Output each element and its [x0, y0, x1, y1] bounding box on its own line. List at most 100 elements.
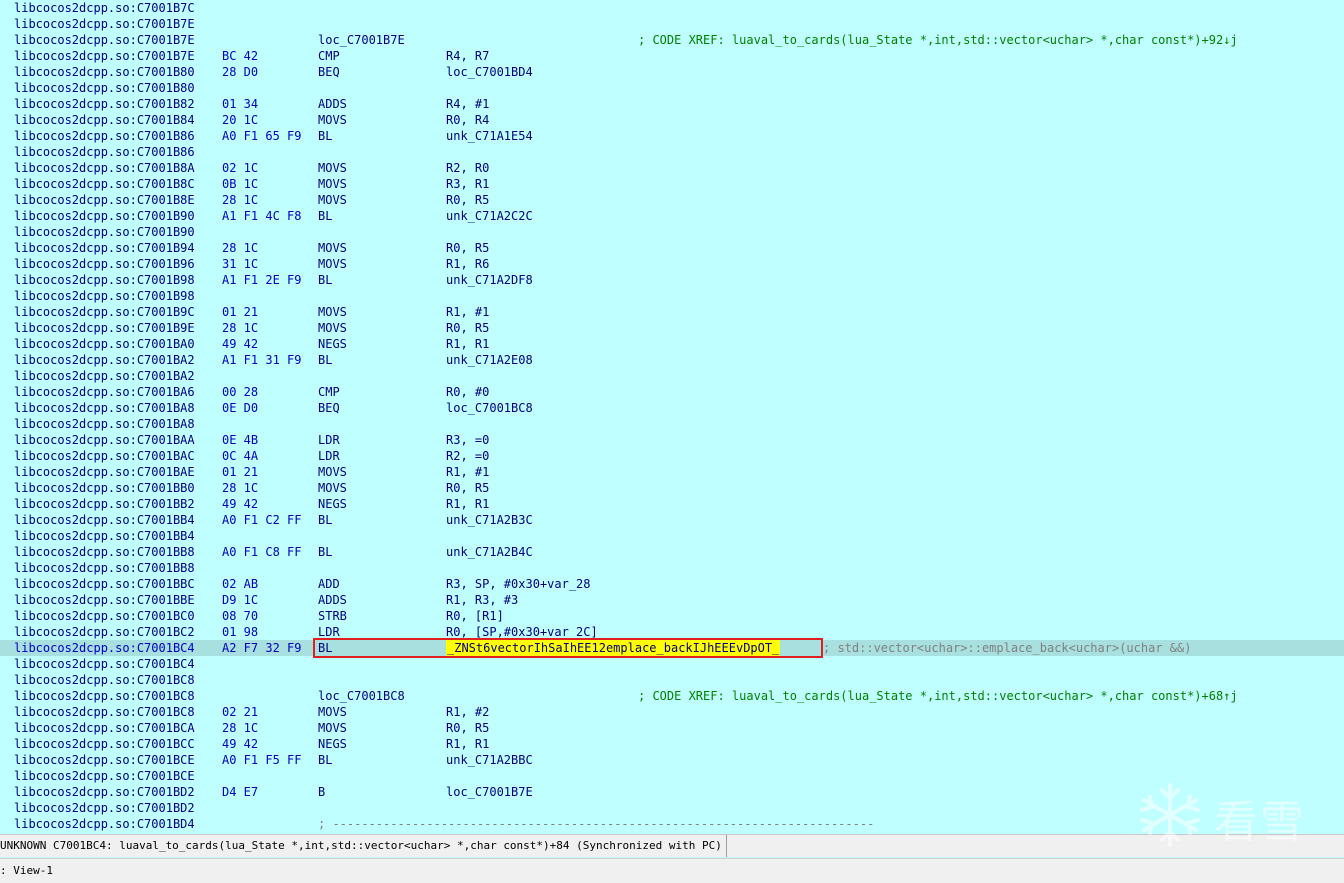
listing-line[interactable]: libcocos2dcpp.so:C7001B7C	[0, 0, 1344, 16]
listing-line[interactable]: libcocos2dcpp.so:C7001B98 A1 F1 2E F9 BL un…	[0, 272, 1344, 288]
operands: R1, R1	[446, 337, 490, 351]
listing-line[interactable]: libcocos2dcpp.so:C7001BC8 loc_C7001BC8 ; C…	[0, 688, 1344, 704]
opcode-bytes: A1 F1 31 F9	[222, 353, 302, 367]
listing-line[interactable]: libcocos2dcpp.so:C7001BC2 01 98 LDR R0, [SP…	[0, 624, 1344, 640]
mnemonic: BL	[318, 129, 333, 143]
listing-line[interactable]: libcocos2dcpp.so:C7001BA8 0E D0 BEQ loc_C70…	[0, 400, 1344, 416]
listing-line[interactable]: libcocos2dcpp.so:C7001B80 28 D0 BEQ loc_C70…	[0, 64, 1344, 80]
address-label: libcocos2dcpp.so:C7001BC8	[14, 705, 195, 719]
address-label: libcocos2dcpp.so:C7001B80	[14, 81, 195, 95]
opcode-bytes: A0 F1 65 F9	[222, 129, 302, 143]
address-label: libcocos2dcpp.so:C7001BB4	[14, 513, 195, 527]
listing-line[interactable]: libcocos2dcpp.so:C7001B98	[0, 288, 1344, 304]
listing-line[interactable]: libcocos2dcpp.so:C7001BBC 02 AB ADD R3, SP,…	[0, 576, 1344, 592]
listing-line[interactable]: libcocos2dcpp.so:C7001B96 31 1C MOVS R1, R6	[0, 256, 1344, 272]
listing-line[interactable]: libcocos2dcpp.so:C7001B7E	[0, 16, 1344, 32]
operands: R1, R1	[446, 497, 490, 511]
listing-line[interactable]: libcocos2dcpp.so:C7001BA2	[0, 368, 1344, 384]
mnemonic: CMP	[318, 385, 340, 399]
function-comment: ; std::vector<uchar>::emplace_back<uchar…	[823, 641, 1192, 655]
listing-line[interactable]: libcocos2dcpp.so:C7001B86	[0, 144, 1344, 160]
listing-line[interactable]: libcocos2dcpp.so:C7001BC4	[0, 656, 1344, 672]
listing-line[interactable]: libcocos2dcpp.so:C7001BD2 D4 E7 Bloc_C7001…	[0, 784, 1344, 800]
listing-line[interactable]: libcocos2dcpp.so:C7001BB8 A0 F1 C8 FF BL un…	[0, 544, 1344, 560]
address-label: libcocos2dcpp.so:C7001BA6	[14, 385, 195, 399]
status-bar: UNKNOWN C7001BC4: luaval_to_cards(lua_St…	[0, 834, 1344, 857]
address-label: libcocos2dcpp.so:C7001B80	[14, 65, 195, 79]
address-label: libcocos2dcpp.so:C7001BAA	[14, 433, 195, 447]
listing-line[interactable]: libcocos2dcpp.so:C7001BD4 ; -------------…	[0, 816, 1344, 832]
address-label: libcocos2dcpp.so:C7001BA8	[14, 417, 195, 431]
listing-line[interactable]: libcocos2dcpp.so:C7001BCE	[0, 768, 1344, 784]
operands: R4, #1	[446, 97, 490, 111]
listing-line[interactable]: libcocos2dcpp.so:C7001BB8	[0, 560, 1344, 576]
operands: R0, R5	[446, 721, 490, 735]
mnemonic: BL	[318, 209, 333, 223]
listing-line[interactable]: libcocos2dcpp.so:C7001B7E loc_C7001B7E ; C…	[0, 32, 1344, 48]
disassembly-listing[interactable]: libcocos2dcpp.so:C7001B7C libcocos2dcpp.s…	[0, 0, 1344, 834]
listing-line[interactable]: libcocos2dcpp.so:C7001B86 A0 F1 65 F9 BL un…	[0, 128, 1344, 144]
listing-line[interactable]: libcocos2dcpp.so:C7001BAA 0E 4B LDR R3, =0	[0, 432, 1344, 448]
address-label: libcocos2dcpp.so:C7001BB4	[14, 529, 195, 543]
listing-line[interactable]: libcocos2dcpp.so:C7001B94 28 1C MOVS R0, R5	[0, 240, 1344, 256]
listing-line[interactable]: libcocos2dcpp.so:C7001B9C 01 21 MOVS R1, #1	[0, 304, 1344, 320]
listing-line[interactable]: libcocos2dcpp.so:C7001BA0 49 42 NEGS R1, R1	[0, 336, 1344, 352]
listing-line[interactable]: libcocos2dcpp.so:C7001BAE 01 21 MOVS R1, #1	[0, 464, 1344, 480]
listing-line[interactable]: libcocos2dcpp.so:C7001B82 01 34 ADDS R4, #1	[0, 96, 1344, 112]
listing-line[interactable]: libcocos2dcpp.so:C7001B7E BC 42 CMP R4, R7	[0, 48, 1344, 64]
operands: R0, [SP,#0x30+var_2C]	[446, 625, 598, 639]
listing-line[interactable]: libcocos2dcpp.so:C7001BB0 28 1C MOVS R0, R5	[0, 480, 1344, 496]
opcode-bytes: 49 42	[222, 337, 259, 351]
listing-line[interactable]: libcocos2dcpp.so:C7001B84 20 1C MOVS R0, R4	[0, 112, 1344, 128]
operands[interactable]: _ZNSt6vectorIhSaIhEE12emplace_backIJhEEE…	[446, 640, 781, 656]
listing-line[interactable]: libcocos2dcpp.so:C7001B8C 0B 1C MOVS R3, R1	[0, 176, 1344, 192]
mnemonic: BEQ	[318, 401, 340, 415]
mnemonic: ADD	[318, 577, 340, 591]
listing-line[interactable]: libcocos2dcpp.so:C7001BB2 49 42 NEGS R1, R1	[0, 496, 1344, 512]
listing-line[interactable]: libcocos2dcpp.so:C7001BD2	[0, 800, 1344, 816]
listing-line[interactable]: libcocos2dcpp.so:C7001BB4	[0, 528, 1344, 544]
listing-line[interactable]: libcocos2dcpp.so:C7001BC0 08 70 STRB R0, [R…	[0, 608, 1344, 624]
mnemonic: LDR	[318, 625, 340, 639]
opcode-bytes: D9 1C	[222, 593, 259, 607]
address-label: libcocos2dcpp.so:C7001B84	[14, 113, 195, 127]
listing-line[interactable]: libcocos2dcpp.so:C7001B90	[0, 224, 1344, 240]
listing-line[interactable]: libcocos2dcpp.so:C7001B8E 28 1C MOVS R0, R5	[0, 192, 1344, 208]
view-tab[interactable]: : View-1	[0, 859, 53, 883]
mnemonic: BEQ	[318, 65, 340, 79]
mnemonic: BL	[318, 353, 333, 367]
listing-line[interactable]: libcocos2dcpp.so:C7001B8A 02 1C MOVS R2, R0	[0, 160, 1344, 176]
listing-line[interactable]: libcocos2dcpp.so:C7001BA8	[0, 416, 1344, 432]
operands: unk_C71A2BBC	[446, 753, 533, 767]
address-label: libcocos2dcpp.so:C7001BC4	[14, 657, 195, 671]
operands: R1, #1	[446, 465, 490, 479]
listing-line[interactable]: libcocos2dcpp.so:C7001BCA 28 1C MOVS R0, R5	[0, 720, 1344, 736]
listing-line[interactable]: libcocos2dcpp.so:C7001BAC 0C 4A LDR R2, =0	[0, 448, 1344, 464]
listing-line[interactable]: libcocos2dcpp.so:C7001B9E 28 1C MOVS R0, R5	[0, 320, 1344, 336]
listing-line[interactable]: libcocos2dcpp.so:C7001BA6 00 28 CMP R0, #0	[0, 384, 1344, 400]
listing-line[interactable]: libcocos2dcpp.so:C7001BCC 49 42 NEGS R1, R1	[0, 736, 1344, 752]
address-label: libcocos2dcpp.so:C7001BCC	[14, 737, 195, 751]
address-label: libcocos2dcpp.so:C7001BD2	[14, 785, 195, 799]
listing-line[interactable]: libcocos2dcpp.so:C7001BC8	[0, 672, 1344, 688]
code-label: loc_C7001B7E	[318, 33, 405, 47]
listing-line[interactable]: libcocos2dcpp.so:C7001BB4 A0 F1 C2 FF BL un…	[0, 512, 1344, 528]
listing-line[interactable]: libcocos2dcpp.so:C7001B90 A1 F1 4C F8 BL un…	[0, 208, 1344, 224]
address-label: libcocos2dcpp.so:C7001BC0	[14, 609, 195, 623]
mnemonic: BL	[318, 273, 333, 287]
operands: unk_C71A2C2C	[446, 209, 533, 223]
address-label: libcocos2dcpp.so:C7001B94	[14, 241, 195, 255]
operands: R1, #2	[446, 705, 490, 719]
listing-line[interactable]: libcocos2dcpp.so:C7001BA2 A1 F1 31 F9 BL un…	[0, 352, 1344, 368]
listing-line[interactable]: libcocos2dcpp.so:C7001BBE D9 1C ADDS R1, R3…	[0, 592, 1344, 608]
opcode-bytes: A2 F7 32 F9	[222, 641, 302, 655]
listing-line[interactable]: libcocos2dcpp.so:C7001BC8 02 21 MOVS R1, #2	[0, 704, 1344, 720]
listing-line[interactable]: libcocos2dcpp.so:C7001B80	[0, 80, 1344, 96]
opcode-bytes: 08 70	[222, 609, 259, 623]
address-label: libcocos2dcpp.so:C7001BBC	[14, 577, 195, 591]
listing-line[interactable]: libcocos2dcpp.so:C7001BCE A0 F1 F5 FF BL un…	[0, 752, 1344, 768]
mnemonic: MOVS	[318, 177, 347, 191]
operands: R0, R5	[446, 321, 490, 335]
listing-line[interactable]: libcocos2dcpp.so:C7001BC4 A2 F7 32 F9 BL _Z…	[0, 640, 1344, 656]
separator-comment: ; --------------------------------------…	[318, 817, 875, 831]
